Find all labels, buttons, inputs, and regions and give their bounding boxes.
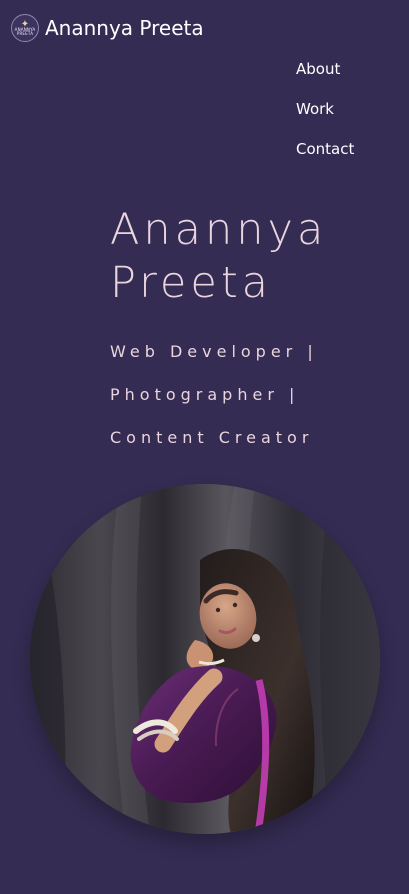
earring (252, 634, 260, 642)
logo-wordmark: ANANNYA PREETA (14, 27, 36, 36)
profile-photo-illustration (30, 484, 380, 834)
curtain-shadow-left (30, 484, 66, 834)
nav-work-link[interactable]: Work (296, 100, 354, 118)
star-logo-icon: ✦ ANANNYA PREETA (11, 14, 39, 42)
main-navigation: About Work Contact (296, 60, 354, 158)
nav-contact-link[interactable]: Contact (296, 140, 354, 158)
hero-title: Anannya Preeta (110, 205, 328, 308)
portfolio-page: ✦ ANANNYA PREETA Anannya Preeta About Wo… (0, 0, 409, 894)
eye-right (232, 602, 238, 608)
nav-about-link[interactable]: About (296, 60, 354, 78)
profile-photo (30, 484, 380, 834)
eye-left (215, 607, 221, 613)
hero-subtitle: Web Developer | Photographer | Content C… (110, 342, 318, 447)
site-title[interactable]: Anannya Preeta (45, 18, 204, 38)
brand[interactable]: ✦ ANANNYA PREETA Anannya Preeta (11, 14, 204, 42)
curtain-shadow-right (320, 484, 380, 834)
